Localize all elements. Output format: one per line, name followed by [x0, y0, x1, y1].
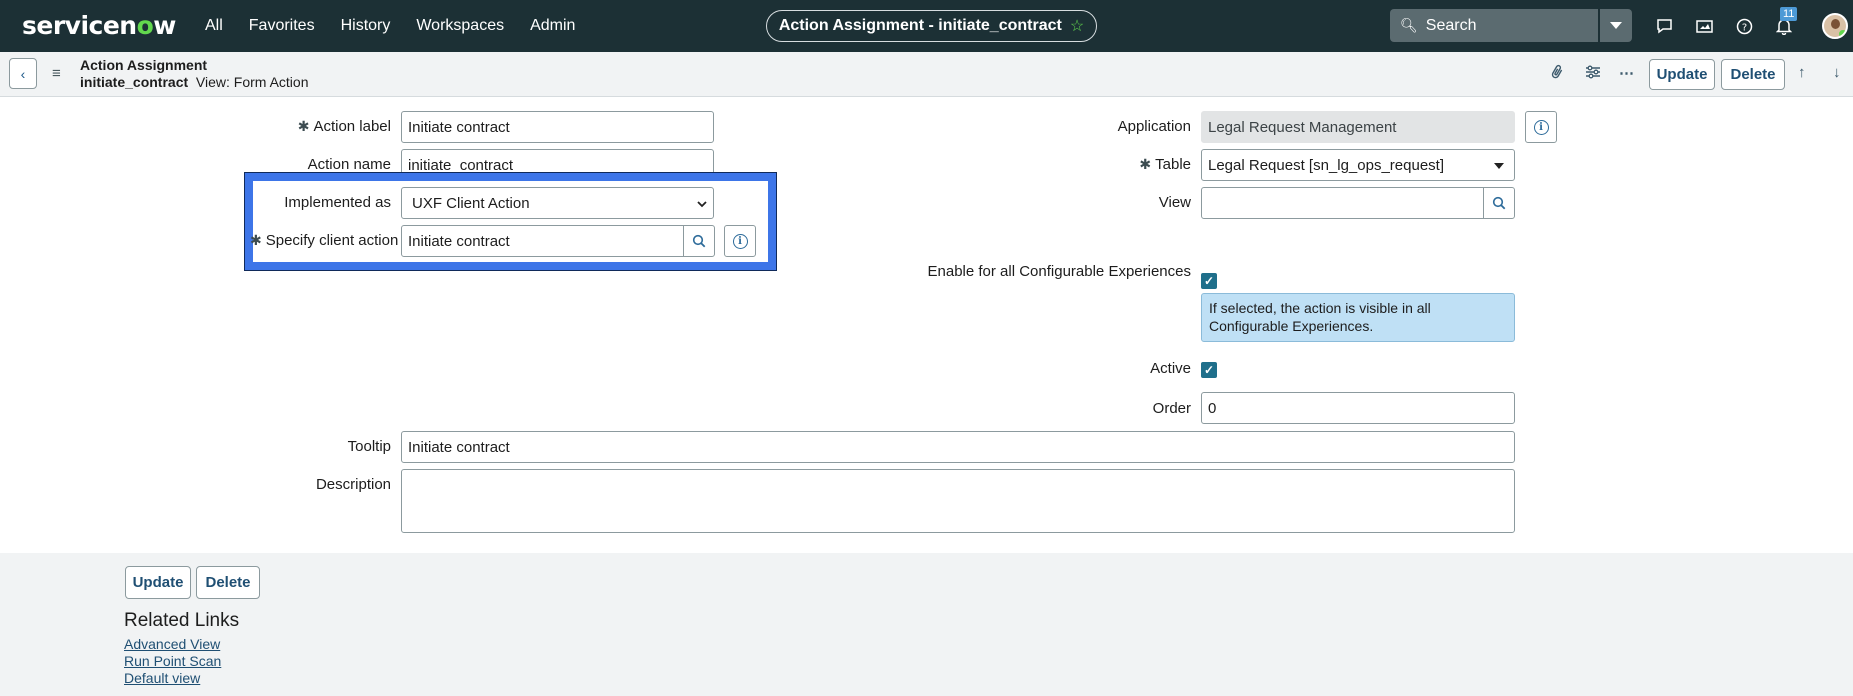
previous-record-arrow-icon[interactable]: ↑: [1798, 64, 1806, 81]
checkmark-icon: ✓: [1203, 363, 1215, 377]
order-label: Order: [1152, 400, 1191, 417]
menu-favorites[interactable]: Favorites: [249, 17, 315, 35]
context-menu-icon[interactable]: ≡: [52, 65, 61, 82]
main-menu: All Favorites History Workspaces Admin: [192, 0, 588, 52]
tooltip-input[interactable]: Initiate contract: [401, 431, 1515, 463]
table-label: ✱ Table: [1139, 156, 1191, 173]
menu-workspaces[interactable]: Workspaces: [416, 17, 504, 35]
run-point-scan-link[interactable]: Run Point Scan: [124, 653, 221, 669]
search-icon: [692, 234, 706, 248]
search-icon: 🔍︎: [1400, 17, 1418, 33]
application-readonly-field: Legal Request Management: [1201, 111, 1515, 143]
record-name-line: initiate_contract View: Form Action: [80, 74, 308, 90]
client-action-lookup-button[interactable]: [683, 225, 715, 257]
client-action-label: ✱ Specify client action: [250, 232, 399, 249]
menu-admin[interactable]: Admin: [530, 17, 575, 35]
enable-all-help-text: If selected, the action is visible in al…: [1201, 293, 1515, 342]
implemented-as-select[interactable]: UXF Client Action: [401, 187, 714, 219]
info-icon: i: [1533, 119, 1549, 135]
global-search-input[interactable]: 🔍︎ Search: [1390, 9, 1598, 42]
required-asterisk-icon: ✱: [297, 118, 310, 134]
search-scope-dropdown[interactable]: [1599, 9, 1632, 42]
table-select[interactable]: Legal Request [sn_lg_ops_request]: [1201, 149, 1515, 181]
client-action-input[interactable]: Initiate contract: [401, 225, 684, 257]
presence-indicator: [1839, 30, 1846, 37]
back-button[interactable]: ‹: [9, 58, 37, 89]
record-title-pill[interactable]: Action Assignment - initiate_contract ☆: [766, 10, 1097, 42]
enable-all-experiences-label: Enable for all Configurable Experiences: [927, 263, 1192, 280]
checkmark-icon: ✓: [1203, 274, 1215, 288]
favorite-star-icon[interactable]: ☆: [1070, 16, 1084, 36]
search-icon: [1492, 196, 1506, 210]
personalize-form-icon[interactable]: [1585, 64, 1601, 84]
record-title: Action Assignment - initiate_contract: [778, 17, 1062, 34]
notification-count-badge: 11: [1780, 7, 1798, 21]
application-label: Application: [1117, 118, 1191, 135]
header-update-button[interactable]: Update: [1649, 59, 1715, 90]
client-action-info-button[interactable]: i: [724, 225, 756, 257]
action-label-input[interactable]: Initiate contract: [401, 111, 714, 143]
description-label: Description: [315, 476, 391, 493]
form-footer: [0, 553, 1853, 696]
help-icon[interactable]: ?: [1732, 14, 1756, 38]
application-info-button[interactable]: i: [1525, 111, 1557, 143]
footer-update-button[interactable]: Update: [125, 566, 191, 599]
more-options-icon[interactable]: ⋯: [1619, 64, 1634, 82]
servicenow-logo[interactable]: servicenow: [22, 11, 176, 40]
top-navigation-bar: servicenow All Favorites History Workspa…: [0, 0, 1853, 52]
active-label: Active: [1150, 360, 1191, 377]
media-icon[interactable]: [1692, 14, 1716, 38]
chevron-down-icon: [697, 201, 707, 208]
implemented-as-value: UXF Client Action: [412, 194, 530, 212]
record-name: initiate_contract: [80, 74, 189, 90]
view-input[interactable]: [1201, 187, 1484, 219]
order-input[interactable]: 0: [1201, 392, 1515, 424]
table-value: Legal Request [sn_lg_ops_request]: [1208, 156, 1445, 174]
related-links-heading: Related Links: [124, 610, 240, 631]
advanced-view-link[interactable]: Advanced View: [124, 636, 220, 652]
paperclip-icon[interactable]: [1550, 64, 1564, 84]
view-label: View: Form Action: [195, 74, 309, 90]
description-textarea[interactable]: [401, 469, 1515, 533]
enable-all-experiences-checkbox[interactable]: ✓: [1201, 273, 1217, 289]
required-asterisk-icon: ✱: [1139, 156, 1152, 172]
menu-history[interactable]: History: [341, 17, 391, 35]
info-icon: i: [732, 233, 748, 249]
default-view-link[interactable]: Default view: [124, 670, 200, 686]
user-avatar[interactable]: [1822, 13, 1848, 39]
caret-down-icon: [1494, 163, 1504, 169]
chevron-left-icon: ‹: [20, 65, 26, 82]
footer-delete-button[interactable]: Delete: [196, 566, 260, 599]
active-checkbox[interactable]: ✓: [1201, 362, 1217, 378]
action-name-label: Action name: [307, 156, 391, 173]
chevron-down-icon: [1610, 22, 1622, 29]
svg-text:?: ?: [1741, 22, 1746, 33]
header-delete-button[interactable]: Delete: [1721, 59, 1785, 90]
action-label-label: ✱ Action label: [297, 118, 391, 135]
chat-icon[interactable]: [1652, 14, 1676, 38]
required-asterisk-icon: ✱: [250, 232, 262, 248]
record-type: Action Assignment: [80, 57, 208, 73]
tooltip-label: Tooltip: [347, 438, 391, 455]
next-record-arrow-icon[interactable]: ↓: [1833, 64, 1841, 81]
view-lookup-button[interactable]: [1483, 187, 1515, 219]
view-field-label: View: [1158, 194, 1191, 211]
menu-all[interactable]: All: [205, 17, 223, 35]
implemented-as-label: Implemented as: [284, 194, 391, 211]
search-placeholder: Search: [1425, 16, 1477, 34]
form-header: ‹ ≡ Action Assignment initiate_contract …: [0, 52, 1853, 97]
